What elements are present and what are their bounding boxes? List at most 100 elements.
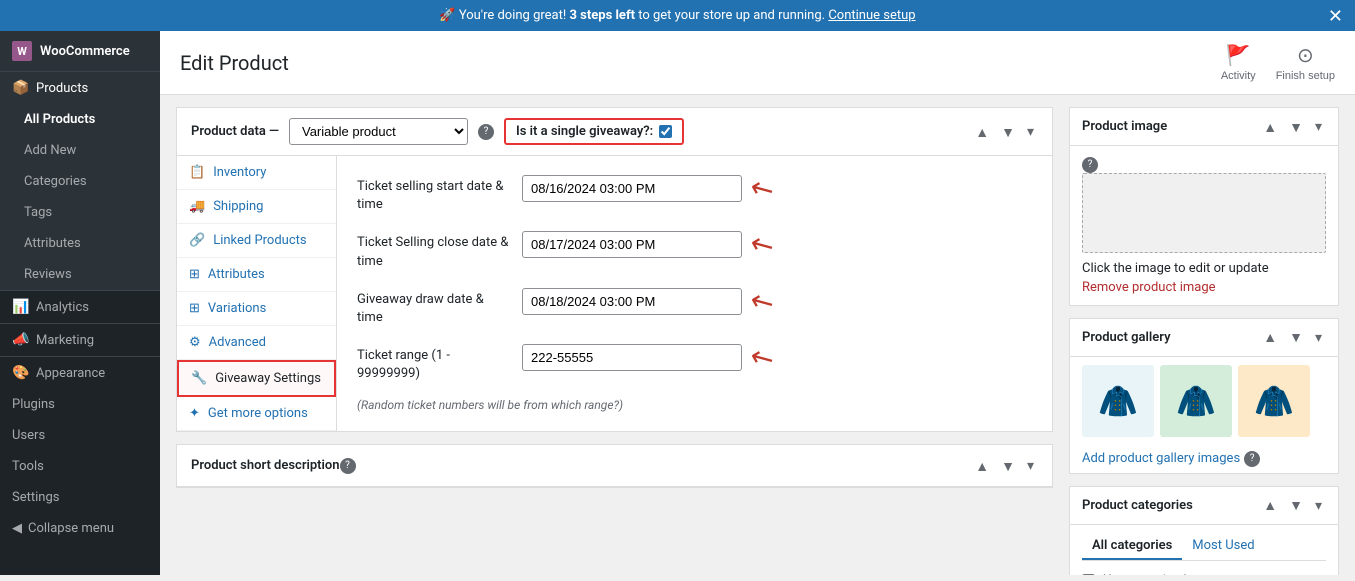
short-desc-up-button[interactable]: ▲ [971,455,993,476]
add-gallery-label: Add product gallery images [1082,451,1240,466]
sidebar-item-tools[interactable]: Tools [0,451,160,482]
product-type-help-icon[interactable]: ? [478,124,494,140]
sidebar-logo: W WooCommerce [0,31,160,71]
appearance-label: Appearance [36,366,105,381]
giveaway-settings-tab-label: Giveaway Settings [215,371,321,386]
tab-shipping[interactable]: 🚚 Shipping [177,190,336,224]
ticket-start-input[interactable] [522,175,742,202]
product-image-header: Product image ▲ ▼ ▾ [1070,108,1338,146]
gallery-thumb-1[interactable]: 🧥 [1082,365,1154,437]
sidebar-item-add-new[interactable]: Add New [0,135,160,166]
product-data-tabs: 📋 Inventory 🚚 Shipping 🔗 Linked Products [177,156,337,431]
product-gallery-header: Product gallery ▲ ▼ ▾ [1070,319,1338,357]
sidebar-item-appearance[interactable]: 🎨 Appearance [0,357,160,389]
sidebar-analytics-section: 📊 Analytics [0,290,160,323]
product-gallery-up-button[interactable]: ▲ [1259,327,1281,348]
ticket-close-arrow: ↖ [743,225,780,265]
product-categories-close-button[interactable]: ▾ [1311,495,1326,516]
tab-advanced[interactable]: ⚙ Advanced [177,326,336,360]
product-short-desc-box: Product short description ? ▲ ▼ ▾ [176,444,1053,488]
variations-tab-label: Variations [208,301,266,316]
top-banner: 🚀 You're doing great! 3 steps left to ge… [0,0,1355,31]
product-short-desc-label: Product short description [191,458,340,473]
sidebar-item-products-parent[interactable]: 📦 Products [0,72,160,104]
product-image-up-button[interactable]: ▲ [1259,116,1281,137]
ticket-range-input[interactable] [522,344,742,371]
remove-product-image-link[interactable]: Remove product image [1082,280,1216,295]
sidebar-collapse-button[interactable]: ◀ Collapse menu [0,513,160,544]
gallery-thumb-2[interactable]: 🧥 [1160,365,1232,437]
cat-tab-most-used[interactable]: Most Used [1182,533,1264,560]
product-categories-down-button[interactable]: ▼ [1285,495,1307,516]
product-image-header-actions: ▲ ▼ ▾ [1259,116,1326,137]
marketing-icon: 📣 [12,332,28,348]
product-image-box: Product image ▲ ▼ ▾ ? Click the image to… [1069,107,1339,306]
users-label: Users [12,428,45,443]
sidebar-item-users[interactable]: Users [0,420,160,451]
short-desc-close-button[interactable]: ▾ [1023,455,1038,476]
draw-date-label: Giveaway draw date & time [357,285,512,327]
tab-attributes[interactable]: ⊞ Attributes [177,258,336,292]
sidebar-item-analytics[interactable]: 📊 Analytics [0,291,160,323]
finish-setup-button[interactable]: ⊙ Finish setup [1276,43,1335,82]
product-image-close-button[interactable]: ▾ [1311,116,1326,137]
inventory-tab-label: Inventory [213,165,266,180]
continue-setup-link[interactable]: Continue setup [828,8,915,23]
product-short-desc-help-icon[interactable]: ? [340,458,356,474]
cat-item-uncategorized: Uncategorized [1082,569,1326,576]
sidebar-item-tags[interactable]: Tags [0,197,160,228]
tab-get-more-options[interactable]: ✦ Get more options [177,397,336,431]
sidebar-item-marketing[interactable]: 📣 Marketing [0,324,160,356]
sidebar-item-all-products[interactable]: All Products [0,104,160,135]
sidebar-item-settings[interactable]: Settings [0,482,160,513]
product-image-title: Product image [1082,119,1167,134]
products-icon: 📦 [12,80,28,96]
gallery-thumb-3[interactable]: 🧥 [1238,365,1310,437]
cat-tab-all[interactable]: All categories [1082,533,1182,560]
sidebar-item-attributes[interactable]: Attributes [0,228,160,259]
sidebar-item-categories[interactable]: Categories [0,166,160,197]
tab-giveaway-settings[interactable]: 🔧 Giveaway Settings [177,360,336,397]
tab-inventory[interactable]: 📋 Inventory [177,156,336,190]
activity-label: Activity [1221,70,1256,82]
tab-linked-products[interactable]: 🔗 Linked Products [177,224,336,258]
advanced-tab-label: Advanced [209,335,266,350]
activity-button[interactable]: 🚩 Activity [1221,43,1256,82]
product-categories-up-button[interactable]: ▲ [1259,495,1281,516]
product-categories-box: Product categories ▲ ▼ ▾ All categories … [1069,486,1339,576]
ticket-start-arrow: ↖ [743,168,780,208]
sidebar-logo-label: WooCommerce [40,44,130,59]
add-gallery-help-icon[interactable]: ? [1244,451,1260,467]
activity-icon: 🚩 [1226,43,1251,68]
collapse-close-button[interactable]: ▾ [1023,121,1038,142]
linked-products-tab-label: Linked Products [213,233,306,248]
cat-checkbox-uncategorized[interactable] [1082,574,1095,576]
draw-date-input[interactable] [522,288,742,315]
collapse-up-button[interactable]: ▲ [971,121,993,142]
sidebar-item-reviews[interactable]: Reviews [0,259,160,290]
add-gallery-images-link[interactable]: Add product gallery images ? [1070,445,1338,473]
sidebar-appearance-section: 🎨 Appearance Plugins Users Tools Setting… [0,356,160,513]
banner-close-button[interactable]: ✕ [1328,7,1343,25]
product-gallery-close-button[interactable]: ▾ [1311,327,1326,348]
ticket-close-label: Ticket Selling close date & time [357,228,512,270]
short-desc-down-button[interactable]: ▼ [997,455,1019,476]
product-type-select[interactable]: Variable product Simple product Grouped … [289,118,468,145]
tab-variations[interactable]: ⊞ Variations [177,292,336,326]
draw-date-input-wrap: ↖ [522,285,1032,318]
ticket-close-input[interactable] [522,231,742,258]
woocommerce-logo-icon: W [12,41,32,61]
shipping-tab-icon: 🚚 [189,199,205,214]
giveaway-checkbox[interactable] [659,125,672,138]
product-categories-header-actions: ▲ ▼ ▾ [1259,495,1326,516]
collapse-down-button[interactable]: ▼ [997,121,1019,142]
sidebar-item-plugins[interactable]: Plugins [0,389,160,420]
product-image-help-icon[interactable]: ? [1082,157,1098,173]
tags-label: Tags [24,205,52,220]
ticket-range-input-wrap: ↖ [522,341,1032,374]
linked-products-tab-icon: 🔗 [189,233,205,248]
product-gallery-down-button[interactable]: ▼ [1285,327,1307,348]
marketing-label: Marketing [36,333,94,348]
finish-setup-label: Finish setup [1276,70,1335,82]
product-image-down-button[interactable]: ▼ [1285,116,1307,137]
